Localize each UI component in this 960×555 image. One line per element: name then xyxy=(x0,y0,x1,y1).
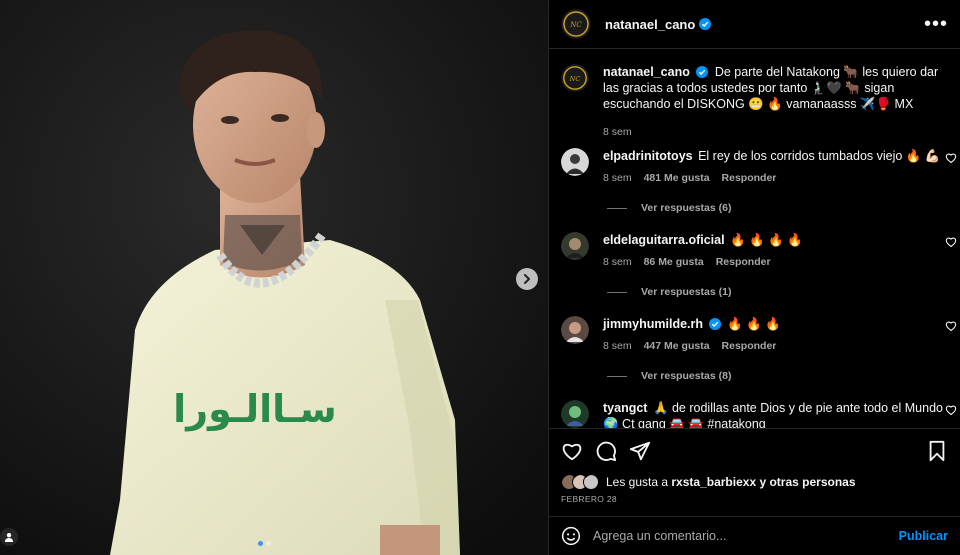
likes-suffix[interactable]: y otras personas xyxy=(759,475,855,489)
caption-age: 8 sem xyxy=(603,126,632,138)
comment-age: 8 sem xyxy=(603,256,632,268)
tagged-users-button[interactable] xyxy=(0,528,18,546)
verified-badge-icon xyxy=(699,18,712,30)
likers-avatars xyxy=(561,474,599,490)
post-photo: سـاالـورا xyxy=(0,0,548,555)
view-replies-label: Ver respuestas (6) xyxy=(641,202,732,214)
comment-username[interactable]: tyangct xyxy=(603,401,647,415)
comment-like-heart-icon[interactable] xyxy=(945,152,957,164)
comment-username[interactable]: eldelaguitarra.oficial xyxy=(603,233,725,247)
post-media[interactable]: سـاالـورا xyxy=(0,0,548,555)
comment-username[interactable]: elpadrinitotoys xyxy=(603,149,693,163)
post-comment-button[interactable]: Publicar xyxy=(899,529,948,543)
caption-username[interactable]: natanael_cano xyxy=(603,65,690,79)
verified-badge-icon xyxy=(696,66,709,78)
post-date: FEBRERO 28 xyxy=(561,494,617,504)
view-replies-label: Ver respuestas (1) xyxy=(641,286,732,298)
comment-text: El rey de los corridos tumbados viejo 🔥 … xyxy=(698,149,941,163)
commenter-avatar[interactable] xyxy=(561,232,589,260)
verified-badge-icon xyxy=(708,318,721,330)
likes-user[interactable]: rxsta_barbiexx xyxy=(671,475,756,489)
view-replies-button[interactable]: Ver respuestas (6) xyxy=(603,202,957,214)
comments-list[interactable]: NC natanael_cano De parte del Natakong 🐂… xyxy=(549,50,960,428)
next-photo-button[interactable] xyxy=(516,268,538,290)
commenter-avatar[interactable] xyxy=(561,400,589,428)
share-icon[interactable] xyxy=(629,440,651,462)
reply-button[interactable]: Responder xyxy=(722,338,777,354)
likes-prefix: Les gusta a xyxy=(606,475,669,489)
comment-age: 8 sem xyxy=(603,340,632,352)
comment-input[interactable] xyxy=(593,529,899,543)
comment-likes[interactable]: 447 Me gusta xyxy=(644,338,710,354)
comment-age: 8 sem xyxy=(603,172,632,184)
likes-summary[interactable]: Les gusta a rxsta_barbiexx y otras perso… xyxy=(549,474,960,490)
comment-like-heart-icon[interactable] xyxy=(945,320,957,332)
comment-item: elpadrinitotoys El rey de los corridos t… xyxy=(561,148,957,214)
comment-item: tyangct 🙏 de rodillas ante Dios y de pie… xyxy=(561,400,957,428)
author-avatar[interactable]: NC xyxy=(561,9,591,39)
comment-text: 🙏 de rodillas ante Dios y de pie ante to… xyxy=(603,401,943,428)
comment-text: 🔥 🔥 🔥 🔥 xyxy=(730,233,803,247)
caption: NC natanael_cano De parte del Natakong 🐂… xyxy=(561,64,957,140)
heart-icon[interactable] xyxy=(561,440,583,462)
commenter-avatar[interactable] xyxy=(561,316,589,344)
author-avatar-small[interactable]: NC xyxy=(561,64,589,92)
reply-button[interactable]: Responder xyxy=(716,254,771,270)
chevron-right-icon xyxy=(524,274,530,284)
post-actions: Les gusta a rxsta_barbiexx y otras perso… xyxy=(549,428,960,516)
more-icon: ••• xyxy=(923,13,948,35)
comment-item: jimmyhumilde.rh 🔥 🔥 🔥 8 sem 447 Me gusta… xyxy=(561,316,957,382)
view-replies-button[interactable]: Ver respuestas (1) xyxy=(603,286,957,298)
comment-like-heart-icon[interactable] xyxy=(945,236,957,248)
comment-item: eldelaguitarra.oficial 🔥 🔥 🔥 🔥 8 sem 86 … xyxy=(561,232,957,298)
bookmark-icon[interactable] xyxy=(926,440,948,462)
carousel-indicator xyxy=(258,541,271,546)
comment-text: 🔥 🔥 🔥 xyxy=(727,317,781,331)
add-comment-bar: Publicar xyxy=(549,516,960,555)
emoji-icon[interactable] xyxy=(561,526,581,546)
comment-likes[interactable]: 86 Me gusta xyxy=(644,254,704,270)
view-replies-button[interactable]: Ver respuestas (8) xyxy=(603,370,957,382)
author-username[interactable]: natanael_cano xyxy=(605,17,695,32)
view-replies-label: Ver respuestas (8) xyxy=(641,370,732,382)
comment-likes[interactable]: 481 Me gusta xyxy=(644,170,710,186)
comment-like-heart-icon[interactable] xyxy=(945,404,957,416)
svg-text:NC: NC xyxy=(569,75,581,83)
carousel-dot-active xyxy=(258,541,263,546)
post-header: NC natanael_cano ••• xyxy=(549,0,960,49)
carousel-dot xyxy=(266,541,271,546)
post-side-panel: NC natanael_cano ••• NC natanael_cano De… xyxy=(548,0,960,555)
comment-icon[interactable] xyxy=(595,440,617,462)
more-options-button[interactable]: ••• xyxy=(924,14,948,34)
svg-text:NC: NC xyxy=(569,21,582,29)
user-tag-icon xyxy=(5,533,13,542)
comment-username[interactable]: jimmyhumilde.rh xyxy=(603,317,703,331)
commenter-avatar[interactable] xyxy=(561,148,589,176)
reply-button[interactable]: Responder xyxy=(722,170,777,186)
shirt-print: سـاالـورا xyxy=(173,387,337,431)
